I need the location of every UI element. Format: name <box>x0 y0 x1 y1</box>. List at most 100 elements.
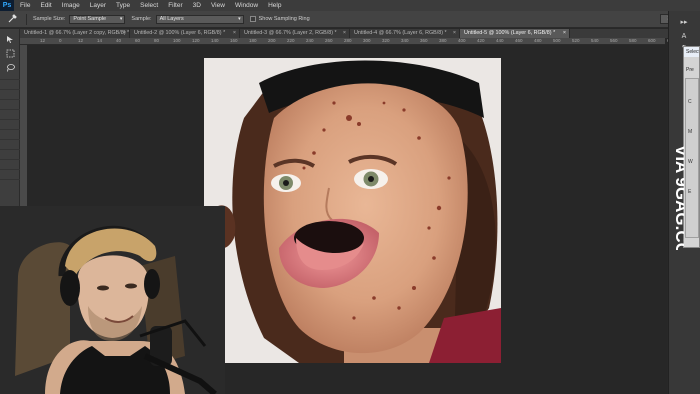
ruler-tick-label: 460 <box>515 38 523 43</box>
ruler-tick-label: 420 <box>477 38 485 43</box>
close-icon[interactable]: × <box>453 29 456 38</box>
dialog-option[interactable]: M <box>688 129 692 135</box>
divider <box>0 159 20 160</box>
ruler-tick-label: 200 <box>268 38 276 43</box>
ruler-tick-label: 160 <box>230 38 238 43</box>
ruler-tick-label: 180 <box>249 38 257 43</box>
document-tabs: Untitled-1 @ 66.7% (Layer 2 copy, RGB/8)… <box>20 29 670 38</box>
ruler-tick-label: 12 <box>40 38 46 43</box>
photoshop-logo: Ps <box>0 0 14 11</box>
close-icon[interactable]: × <box>563 29 566 38</box>
ruler-tick-label: 340 <box>401 38 409 43</box>
horizontal-ruler: 12 0 12 14 40 60 80 100 120 140 160 180 200 220 240 260… <box>20 38 675 45</box>
watermark-text: VIA 9GAG.COM <box>672 145 684 250</box>
ruler-tick-label: 360 <box>420 38 428 43</box>
ruler-tick-label: 140 <box>211 38 219 43</box>
ruler-tick-label: 400 <box>458 38 466 43</box>
divider <box>0 129 20 130</box>
tab-label: Untitled-2 @ 100% (Layer 6, RGB/8) * <box>134 30 226 36</box>
menu-bar: Ps File Edit Image Layer Type Select Fil… <box>0 0 700 11</box>
close-icon[interactable]: × <box>233 29 236 38</box>
ruler-tick-label: 600 <box>648 38 656 43</box>
divider <box>0 89 20 90</box>
select-dialog: Select Pre C M W E <box>683 46 700 248</box>
ruler-tick-label: 120 <box>192 38 200 43</box>
sample-select[interactable]: All Layers <box>155 14 244 24</box>
lasso-icon[interactable] <box>4 63 16 74</box>
move-icon[interactable] <box>4 35 16 46</box>
divider <box>26 13 27 25</box>
ruler-tick-label: 540 <box>591 38 599 43</box>
ruler-tick-label: 440 <box>496 38 504 43</box>
webcam-overlay <box>0 206 225 394</box>
edited-face-photo <box>204 58 501 363</box>
photoshop-window: Ps File Edit Image Layer Type Select Fil… <box>0 0 700 394</box>
menu-view[interactable]: View <box>211 2 225 9</box>
divider <box>0 139 20 140</box>
tab-untitled-4[interactable]: Untitled-4 @ 66.7% (Layer 6, RGB/8) * × <box>350 29 460 38</box>
close-icon[interactable]: × <box>123 29 126 38</box>
ruler-tick-label: 100 <box>173 38 181 43</box>
sample-size-select[interactable]: Point Sample <box>69 14 126 24</box>
preview-label: Pre <box>686 67 694 73</box>
menu-filter[interactable]: Filter <box>168 2 182 9</box>
ruler-tick-label: 280 <box>344 38 352 43</box>
ruler-tick-label: 240 <box>306 38 314 43</box>
ruler-tick-label: 500 <box>553 38 561 43</box>
ruler-tick-label: 580 <box>629 38 637 43</box>
ruler-tick-label: 300 <box>363 38 371 43</box>
tab-untitled-3[interactable]: Untitled-3 @ 66.7% (Layer 2, RGB/8) * × <box>240 29 350 38</box>
menu-select[interactable]: Select <box>140 2 158 9</box>
ruler-tick-label: 60 <box>135 38 141 43</box>
menu-3d[interactable]: 3D <box>193 2 201 9</box>
tab-untitled-5[interactable]: Untitled-5 @ 100% (Layer 6, RGB/8) * × <box>460 29 570 38</box>
menu-type[interactable]: Type <box>116 2 130 9</box>
tab-untitled-2[interactable]: Untitled-2 @ 100% (Layer 6, RGB/8) * × <box>130 29 240 38</box>
divider <box>0 79 20 80</box>
tab-untitled-1[interactable]: Untitled-1 @ 66.7% (Layer 2 copy, RGB/8)… <box>20 29 130 38</box>
eyedropper-icon[interactable] <box>6 13 20 25</box>
ruler-tick-label: 12 <box>78 38 84 43</box>
divider <box>0 179 20 180</box>
menu-edit[interactable]: Edit <box>40 2 51 9</box>
dialog-option[interactable]: C <box>688 99 692 105</box>
divider <box>0 99 20 100</box>
divider <box>0 109 20 110</box>
show-sampling-ring-checkbox[interactable] <box>249 16 256 22</box>
tab-label: Untitled-5 @ 100% (Layer 6, RGB/8) * <box>464 30 556 36</box>
marquee-icon[interactable] <box>4 49 16 60</box>
close-icon[interactable]: × <box>343 29 346 38</box>
menu-window[interactable]: Window <box>235 2 258 9</box>
ruler-tick-label: 80 <box>154 38 160 43</box>
sample-size-label: Sample Size: <box>33 16 66 22</box>
ruler-tick-label: 220 <box>287 38 295 43</box>
ruler-tick-label: 0 <box>59 38 62 43</box>
ruler-tick-label: 480 <box>534 38 542 43</box>
ruler-tick-label: 260 <box>325 38 333 43</box>
divider <box>0 119 20 120</box>
menu-file[interactable]: File <box>20 2 30 9</box>
dialog-option[interactable]: E <box>688 189 691 195</box>
ruler-tick-label: 14 <box>97 38 103 43</box>
tab-label: Untitled-1 @ 66.7% (Layer 2 copy, RGB/8)… <box>24 30 130 36</box>
options-bar: Sample Size: Point Sample Sample: All La… <box>0 11 700 28</box>
tab-label: Untitled-3 @ 66.7% (Layer 2, RGB/8) * <box>244 30 337 36</box>
dialog-option[interactable]: W <box>688 159 693 165</box>
dialog-options-group: C M W E <box>685 78 699 238</box>
streamer-webcam-image <box>0 206 225 394</box>
menu-image[interactable]: Image <box>62 2 80 9</box>
divider <box>0 169 20 170</box>
ruler-tick-label: 40 <box>116 38 122 43</box>
menu-layer[interactable]: Layer <box>90 2 106 9</box>
dialog-title: Select <box>684 47 700 57</box>
ruler-tick-label: 320 <box>382 38 390 43</box>
ruler-tick-label: 520 <box>572 38 580 43</box>
character-panel-icon[interactable]: A <box>677 31 691 42</box>
show-sampling-ring-label: Show Sampling Ring <box>258 16 310 22</box>
document-image[interactable] <box>204 58 501 363</box>
divider <box>0 149 20 150</box>
ruler-tick-label: 380 <box>439 38 447 43</box>
menu-help[interactable]: Help <box>268 2 281 9</box>
collapse-arrow-icon[interactable]: ▸▸ <box>677 17 691 28</box>
sample-label: Sample: <box>131 16 152 22</box>
